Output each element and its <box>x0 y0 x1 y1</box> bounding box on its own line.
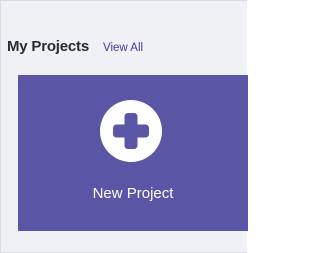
projects-panel: My Projects View All New Project <box>0 0 248 253</box>
new-project-button[interactable]: New Project <box>18 75 248 231</box>
page-title: My Projects <box>7 38 89 55</box>
new-project-label: New Project <box>92 185 174 202</box>
plus-circle-icon <box>100 100 162 162</box>
projects-header: My Projects View All <box>7 38 143 58</box>
view-all-link[interactable]: View All <box>103 42 143 54</box>
